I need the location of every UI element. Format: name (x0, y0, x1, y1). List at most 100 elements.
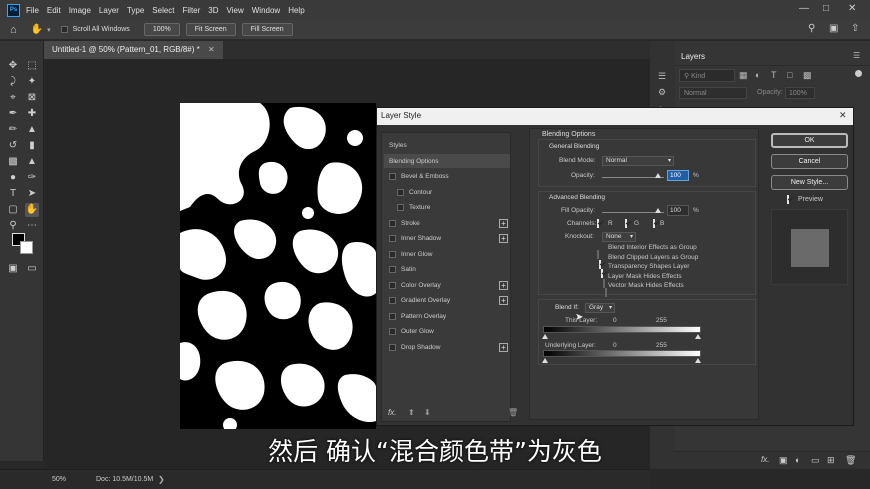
smart-object-filter-icon[interactable]: ▩ (803, 70, 812, 81)
delete-effect-icon[interactable]: 🗑 (508, 408, 518, 417)
workspace-icon[interactable]: ▣ (829, 23, 838, 34)
style-checkbox-inner-shadow[interactable] (389, 235, 396, 242)
menu-3d[interactable]: 3D (208, 6, 218, 15)
blend-mode-select[interactable]: Normal (602, 156, 674, 166)
panel-menu-icon[interactable]: ☰ (853, 51, 860, 60)
style-item-texture[interactable]: Texture (384, 201, 510, 215)
this-layer-black-thumb[interactable] (542, 334, 548, 339)
brush-tool-icon[interactable]: ✏ (6, 123, 20, 137)
dialog-close-icon[interactable]: ✕ (839, 110, 847, 121)
properties-panel-icon[interactable]: ⚙ (658, 87, 666, 98)
layer-opacity-field[interactable]: 100% (785, 87, 815, 99)
add-effect-plus-icon[interactable]: + (499, 218, 508, 228)
fit-screen-button[interactable]: Fit Screen (185, 23, 236, 36)
menu-edit[interactable]: Edit (47, 6, 61, 15)
option-checkbox-layer-mask-hides-effects[interactable] (603, 278, 605, 288)
option-checkbox-vector-mask-hides-effects[interactable] (605, 288, 607, 298)
dodge-tool-icon[interactable]: ● (6, 171, 20, 185)
style-checkbox-contour[interactable] (397, 188, 404, 196)
quick-mask-icon[interactable]: ▣ (6, 262, 20, 276)
knockout-select[interactable]: None (602, 232, 636, 242)
minimize-icon[interactable]: — (799, 3, 809, 14)
pen-tool-icon[interactable]: ✑ (25, 171, 39, 185)
style-item-bevel-emboss[interactable]: Bevel & Emboss (384, 170, 510, 184)
move-up-icon[interactable]: ⬆ (408, 408, 415, 417)
close-tab-icon[interactable]: ✕ (208, 45, 215, 54)
zoom-tool-icon[interactable]: ⚲ (6, 219, 20, 233)
magic-wand-tool-icon[interactable]: ✦ (25, 75, 39, 89)
menu-view[interactable]: View (227, 6, 244, 15)
move-down-icon[interactable]: ⬇ (424, 408, 431, 417)
menu-help[interactable]: Help (288, 6, 304, 15)
frame-tool-icon[interactable]: ⊠ (25, 91, 39, 105)
add-effect-plus-icon[interactable]: + (499, 342, 508, 352)
style-checkbox-outer-glow[interactable] (389, 328, 396, 335)
style-item-satin[interactable]: Satin (384, 263, 510, 277)
style-item-inner-glow[interactable]: Inner Glow (384, 247, 510, 261)
home-icon[interactable]: ⌂ (10, 24, 17, 36)
fill-opacity-field[interactable]: 100 (667, 205, 689, 216)
menu-file[interactable]: File (26, 6, 39, 15)
filter-toggle-icon[interactable] (855, 70, 862, 77)
menu-type[interactable]: Type (127, 6, 144, 15)
new-style-button[interactable]: New Style... (771, 175, 848, 190)
adjustment-filter-icon[interactable]: ◐ (755, 70, 760, 80)
eyedropper-tool-icon[interactable]: ✒ (6, 107, 20, 121)
menu-filter[interactable]: Filter (183, 6, 201, 15)
style-checkbox-gradient-overlay[interactable] (389, 297, 396, 304)
more-tools-icon[interactable]: ⋯ (25, 219, 39, 233)
channel-r-checkbox[interactable] (597, 219, 599, 228)
menu-image[interactable]: Image (69, 6, 91, 15)
opacity-field[interactable]: 100 (667, 170, 689, 181)
history-panel-icon[interactable]: ☰ (658, 71, 666, 82)
channel-g-checkbox[interactable] (625, 219, 627, 228)
document-tab[interactable]: Untitled-1 @ 50% (Pattern_01, RGB/8#) * … (44, 41, 223, 59)
fx-label[interactable]: fx. (388, 408, 396, 417)
type-filter-icon[interactable]: T (771, 70, 777, 80)
style-checkbox-color-overlay[interactable] (389, 281, 396, 289)
style-item-gradient-overlay[interactable]: Gradient Overlay + (384, 294, 510, 308)
photoshop-logo-icon[interactable]: Ps (7, 3, 20, 17)
scroll-all-windows-checkbox[interactable] (60, 26, 68, 33)
option-checkbox-blend-interior-effects-as-group[interactable] (597, 250, 599, 259)
move-tool-icon[interactable]: ✥ (6, 59, 20, 73)
layer-blend-mode-select[interactable]: Normal (679, 87, 747, 99)
style-item-pattern-overlay[interactable]: Pattern Overlay (384, 309, 510, 323)
maximize-icon[interactable]: □ (823, 3, 829, 14)
menu-layer[interactable]: Layer (99, 6, 119, 15)
style-item-stroke[interactable]: Stroke + (384, 216, 510, 230)
style-checkbox-drop-shadow[interactable] (389, 343, 396, 351)
screen-mode-icon[interactable]: ▭ (25, 262, 39, 276)
hand-tool-icon[interactable]: ✋ (31, 24, 43, 35)
menu-window[interactable]: Window (252, 6, 280, 15)
status-zoom[interactable]: 50% (52, 476, 66, 483)
hand-tool-active-icon[interactable]: ✋ (25, 203, 39, 217)
styles-header[interactable]: Styles (384, 138, 510, 152)
add-effect-plus-icon[interactable]: + (499, 296, 508, 305)
zoom-100-button[interactable]: 100% (143, 23, 180, 36)
preview-checkbox[interactable] (787, 195, 789, 204)
fill-screen-button[interactable]: Fill Screen (241, 23, 293, 36)
style-checkbox-inner-glow[interactable] (389, 250, 396, 258)
style-item-outer-glow[interactable]: Outer Glow (384, 325, 510, 339)
add-effect-plus-icon[interactable]: + (499, 234, 508, 243)
style-checkbox-texture[interactable] (397, 204, 404, 211)
shape-filter-icon[interactable]: □ (787, 70, 792, 80)
underlying-layer-white-thumb[interactable] (695, 358, 701, 363)
layer-kind-filter[interactable]: ⚲ Kind (679, 69, 735, 82)
menu-select[interactable]: Select (152, 6, 174, 15)
style-checkbox-satin[interactable] (389, 266, 396, 273)
style-item-color-overlay[interactable]: Color Overlay + (384, 278, 510, 292)
add-effect-plus-icon[interactable]: + (499, 280, 508, 290)
style-item-blending-options[interactable]: Blending Options (384, 154, 510, 168)
style-checkbox-bevel-emboss[interactable] (389, 173, 396, 180)
chevron-down-icon[interactable]: ▾ (47, 26, 51, 34)
cancel-button[interactable]: Cancel (771, 154, 848, 169)
style-checkbox-stroke[interactable] (389, 219, 396, 227)
history-brush-tool-icon[interactable]: ↺ (6, 139, 20, 153)
style-checkbox-pattern-overlay[interactable] (389, 312, 396, 320)
close-window-icon[interactable]: ✕ (848, 3, 856, 14)
gradient-tool-icon[interactable]: ▩ (6, 155, 20, 169)
this-layer-white-thumb[interactable] (695, 334, 701, 339)
option-checkbox-blend-clipped-layers-as-group[interactable] (599, 259, 601, 269)
